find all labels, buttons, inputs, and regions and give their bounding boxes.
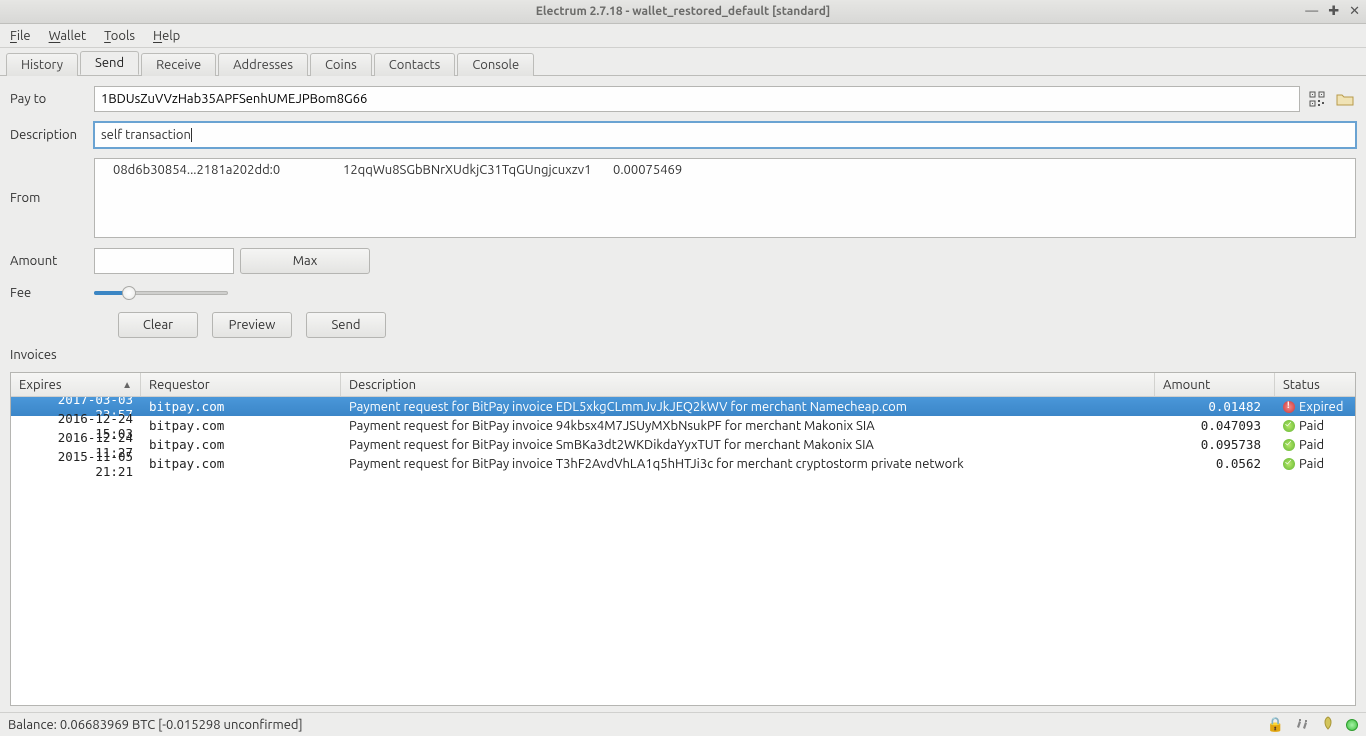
statusbar: Balance: 0.06683969 BTC [-0.015298 uncon…	[0, 712, 1366, 736]
tab-addresses[interactable]: Addresses	[218, 53, 308, 76]
tab-history[interactable]: History	[6, 53, 78, 76]
from-address: 12qqWu8SGbBNrXUdkjC31TqGUngjcuxzv1	[343, 163, 613, 233]
invoices-header: Expires ▲ Requestor Description Amount S…	[11, 373, 1355, 397]
col-description[interactable]: Description	[341, 373, 1155, 396]
tab-contacts[interactable]: Contacts	[374, 53, 456, 76]
description-input[interactable]: self transaction	[94, 122, 1356, 148]
from-label: From	[10, 191, 88, 205]
amount-label: Amount	[10, 254, 88, 268]
minimize-icon[interactable]: —	[1305, 4, 1318, 19]
settings-icon[interactable]	[1294, 715, 1310, 734]
tabs: History Send Receive Addresses Coins Con…	[0, 48, 1366, 76]
invoices-title: Invoices	[10, 348, 1356, 362]
menu-tools[interactable]: Tools	[104, 29, 135, 43]
status-ok-icon	[1283, 420, 1295, 432]
tab-coins[interactable]: Coins	[310, 53, 372, 76]
amount-input[interactable]: BTC	[94, 248, 234, 274]
col-requestor[interactable]: Requestor	[141, 373, 341, 396]
menu-wallet[interactable]: Wallet	[49, 29, 87, 43]
send-panel: Pay to Description self transaction From…	[0, 76, 1366, 712]
balance-text: Balance: 0.06683969 BTC [-0.015298 uncon…	[8, 718, 303, 732]
menu-file[interactable]: File	[10, 29, 31, 43]
sort-asc-icon: ▲	[122, 379, 132, 391]
maximize-icon[interactable]: ✚	[1328, 4, 1339, 19]
send-button[interactable]: Send	[306, 312, 386, 338]
window-title: Electrum 2.7.18 - wallet_restored_defaul…	[0, 5, 1366, 18]
tab-console[interactable]: Console	[457, 53, 534, 76]
close-icon[interactable]: ✕	[1349, 4, 1360, 19]
from-txid: 08d6b30854...2181a202dd:0	[103, 163, 343, 233]
invoices-table: Expires ▲ Requestor Description Amount S…	[10, 372, 1356, 706]
col-expires[interactable]: Expires ▲	[11, 373, 141, 396]
col-amount[interactable]: Amount	[1155, 373, 1275, 396]
status-ok-icon	[1283, 439, 1295, 451]
network-status-icon[interactable]	[1346, 719, 1358, 731]
menu-help[interactable]: Help	[153, 29, 180, 43]
qr-icon[interactable]	[1306, 88, 1328, 110]
fee-slider[interactable]	[94, 284, 228, 302]
tab-receive[interactable]: Receive	[141, 53, 216, 76]
payto-label: Pay to	[10, 92, 88, 106]
slider-thumb[interactable]	[122, 286, 136, 300]
table-row[interactable]: 2016-12-24 15:03bitpay.comPayment reques…	[11, 416, 1355, 435]
seed-icon[interactable]	[1320, 715, 1336, 734]
fee-label: Fee	[10, 286, 88, 300]
folder-icon[interactable]	[1334, 88, 1356, 110]
table-row[interactable]: 2015-11-05 21:21bitpay.comPayment reques…	[11, 454, 1355, 473]
table-row[interactable]: 2016-12-24 11:27bitpay.comPayment reques…	[11, 435, 1355, 454]
from-list[interactable]: 08d6b30854...2181a202dd:0 12qqWu8SGbBNrX…	[94, 158, 1356, 238]
invoices-body: 2017-03-03 23:57bitpay.comPayment reques…	[11, 397, 1355, 705]
text-caret	[191, 128, 192, 142]
preview-button[interactable]: Preview	[212, 312, 292, 338]
titlebar: Electrum 2.7.18 - wallet_restored_defaul…	[0, 0, 1366, 24]
tab-send[interactable]: Send	[80, 51, 139, 75]
status-expired-icon	[1283, 401, 1295, 413]
from-amount: 0.00075469	[613, 163, 682, 233]
status-ok-icon	[1283, 458, 1295, 470]
clear-button[interactable]: Clear	[118, 312, 198, 338]
col-status[interactable]: Status	[1275, 373, 1355, 396]
lock-icon[interactable]: 🔒	[1267, 716, 1284, 733]
payto-input[interactable]	[94, 86, 1300, 112]
table-row[interactable]: 2017-03-03 23:57bitpay.comPayment reques…	[11, 397, 1355, 416]
menubar: File Wallet Tools Help	[0, 24, 1366, 48]
description-label: Description	[10, 128, 88, 142]
max-button[interactable]: Max	[240, 248, 370, 274]
